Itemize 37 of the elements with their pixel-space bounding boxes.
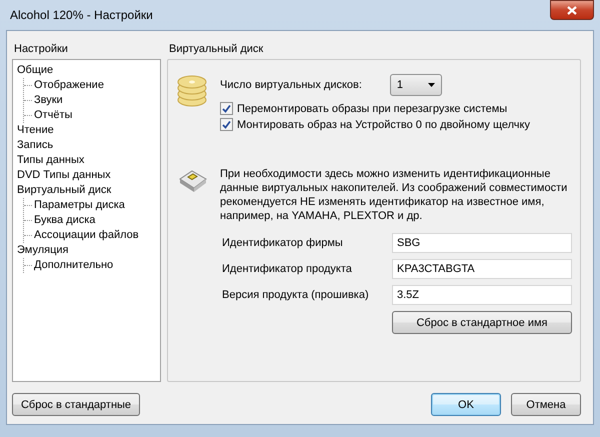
tree-item[interactable]: Ассоциации файлов	[34, 228, 139, 243]
reset-defaults-button[interactable]: Сброс в стандартные	[12, 393, 140, 416]
tree-item[interactable]: Чтение	[17, 123, 54, 138]
caret-icon	[428, 83, 435, 87]
window-title: Alcohol 120% - Настройки	[10, 8, 153, 22]
field-label: Идентификатор фирмы	[222, 237, 344, 249]
panel-title: Виртуальный диск	[168, 43, 264, 57]
close-button[interactable]	[550, 0, 594, 20]
disk-count-dropdown[interactable]: 1	[390, 74, 442, 96]
tree-item[interactable]: Отчёты	[34, 108, 72, 123]
tree-item[interactable]: Отображение	[34, 78, 104, 93]
description-text: При необходимости здесь можно изменить идентификационные данные виртуальных накопителей. Из соображений совместимости рекомендуется НЕ изменять идентификатор на известное имя, например, на YAMAHA, PLEXTOR и др.	[220, 167, 568, 223]
tree-item[interactable]: Дополнительно	[34, 258, 114, 273]
checkbox[interactable]	[220, 102, 233, 115]
checkbox-label: Монтировать образ на Устройство 0 по двойному щелчку	[237, 118, 530, 130]
input-field[interactable]: KPA3CTABGTA	[392, 259, 572, 279]
cancel-button[interactable]: Отмена	[511, 393, 581, 416]
field-label: Версия продукта (прошивка)	[222, 289, 370, 301]
close-icon	[567, 6, 577, 14]
tree-item[interactable]: Буква диска	[34, 213, 96, 228]
reset-name-button[interactable]: Сброс в стандартное имя	[392, 311, 572, 334]
tree-item[interactable]: Типы данных	[17, 153, 84, 168]
tree-item[interactable]: Эмуляция	[17, 243, 69, 258]
sidebar-title: Настройки	[13, 43, 69, 57]
field-label: Идентификатор продукта	[222, 263, 353, 275]
tree-item[interactable]: Запись	[17, 138, 54, 153]
tree-item[interactable]: Звуки	[34, 93, 63, 108]
input-field[interactable]: SBG	[392, 233, 572, 253]
tree-item[interactable]: Общие	[17, 63, 54, 78]
checkbox[interactable]	[220, 118, 233, 131]
tree-item[interactable]: Параметры диска	[34, 198, 125, 213]
ok-button[interactable]: OK	[431, 393, 501, 416]
tree-item[interactable]: DVD Типы данных	[17, 168, 111, 183]
tree-item[interactable]: Виртуальный диск	[17, 183, 112, 198]
field-label: Число виртуальных дисков:	[220, 79, 362, 91]
input-field[interactable]: 3.5Z	[392, 285, 572, 305]
checkbox-label: Перемонтировать образы при перезагрузке системы	[237, 102, 508, 114]
